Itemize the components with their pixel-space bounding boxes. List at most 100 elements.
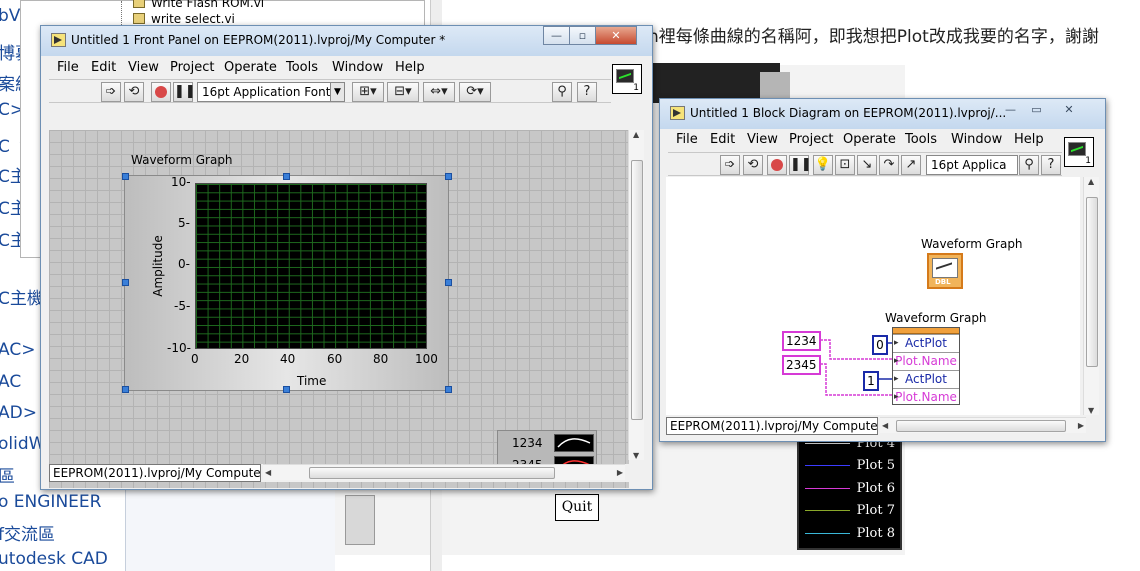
vi-connector-number: 1 — [1085, 156, 1091, 166]
align-objects-icon[interactable]: ⊞▾ — [352, 82, 384, 102]
front-panel-window: Untitled 1 Front Panel on EEPROM(2011).l… — [40, 25, 653, 490]
scroll-thumb[interactable] — [896, 420, 1066, 432]
scroll-up-icon[interactable]: ▲ — [1088, 177, 1094, 186]
scroll-down-icon[interactable]: ▼ — [633, 451, 639, 460]
scroll-thumb[interactable] — [631, 160, 643, 420]
close-button[interactable]: ✕ — [1049, 101, 1089, 120]
minimize-button[interactable]: — — [997, 101, 1024, 120]
resize-handle[interactable] — [445, 386, 452, 393]
search-icon[interactable]: ⚲ — [552, 82, 572, 102]
menu-window[interactable]: Window — [332, 60, 383, 75]
vi-icon[interactable]: 1 — [612, 64, 642, 94]
search-icon[interactable]: ⚲ — [1019, 155, 1039, 175]
help-icon[interactable]: ? — [1041, 155, 1061, 175]
legend-line — [805, 488, 850, 489]
sidebar-link-0[interactable]: bV — [0, 6, 20, 26]
resize-handle[interactable] — [445, 173, 452, 180]
maximize-button[interactable]: ▭ — [1023, 101, 1050, 120]
scroll-up-icon[interactable]: ▲ — [633, 130, 639, 139]
help-icon[interactable]: ? — [577, 82, 597, 102]
sidebar-link-13[interactable]: 區 — [0, 462, 15, 487]
scroll-thumb[interactable] — [309, 467, 555, 479]
pause-icon[interactable]: ❚❚ — [173, 82, 196, 102]
wires — [820, 339, 892, 396]
highlight-execution-icon[interactable]: 💡 — [813, 155, 833, 175]
run-continuously-icon[interactable]: ⟲ — [124, 82, 144, 102]
menu-edit[interactable]: Edit — [710, 132, 735, 147]
sidebar-link-10[interactable]: AC — [0, 372, 21, 392]
plot-area[interactable] — [195, 183, 427, 349]
vi-file-icon — [133, 13, 145, 24]
menu-operate[interactable]: Operate — [224, 60, 277, 75]
block-diagram-canvas[interactable]: Waveform Graph DBL Waveform Graph ActPlo… — [666, 177, 1080, 415]
resize-objects-icon[interactable]: ⇔▾ — [423, 82, 455, 102]
plot-legend-row[interactable]: 1234 — [498, 432, 598, 454]
resize-handle[interactable] — [283, 386, 290, 393]
vertical-scrollbar[interactable]: ▲ ▼ — [628, 130, 644, 460]
menu-help[interactable]: Help — [395, 60, 425, 75]
window-title: Untitled 1 Block Diagram on EEPROM(2011)… — [690, 106, 1007, 120]
menu-file[interactable]: File — [57, 60, 79, 75]
graph-glyph-icon — [616, 69, 634, 83]
vi-icon[interactable]: 1 — [1064, 137, 1094, 167]
menu-tools[interactable]: Tools — [905, 132, 937, 147]
sidebar-link-15[interactable]: f交流區 — [0, 520, 55, 545]
resize-handle[interactable] — [283, 173, 290, 180]
step-into-icon[interactable]: ↘ — [857, 155, 877, 175]
sidebar-link-9[interactable]: AC> — [0, 340, 35, 360]
resize-handle[interactable] — [122, 173, 129, 180]
sidebar-link-16[interactable]: utodesk CAD — [0, 549, 108, 569]
quit-button[interactable]: Quit — [555, 494, 599, 521]
maximize-button[interactable]: ▫ — [569, 26, 596, 45]
plot-line — [557, 438, 591, 448]
pause-icon[interactable]: ❚❚ — [789, 155, 812, 175]
menu-tools[interactable]: Tools — [286, 60, 318, 75]
x-tick: 80 — [373, 352, 389, 366]
scroll-thumb[interactable] — [1086, 197, 1098, 367]
menu-help[interactable]: Help — [1014, 132, 1044, 147]
scroll-right-icon[interactable]: ▶ — [1078, 421, 1084, 430]
menu-file[interactable]: File — [676, 132, 698, 147]
resize-handle[interactable] — [445, 279, 452, 286]
menu-edit[interactable]: Edit — [91, 60, 116, 75]
menu-project[interactable]: Project — [789, 132, 833, 147]
tree-item-1[interactable]: write select.vi — [133, 12, 235, 26]
font-selector[interactable]: 16pt Application Font ▼ — [197, 82, 345, 102]
legend-label: Plot 7 — [856, 503, 895, 518]
run-arrow-icon[interactable]: ➩ — [720, 155, 740, 175]
menu-window[interactable]: Window — [951, 132, 1002, 147]
resize-handle[interactable] — [122, 279, 129, 286]
sidebar-link-12[interactable]: olidW — [0, 434, 45, 454]
scroll-left-icon[interactable]: ◀ — [882, 421, 888, 430]
abort-icon[interactable] — [151, 82, 171, 102]
sidebar-link-14[interactable]: o ENGINEER — [0, 492, 101, 512]
minimize-button[interactable]: — — [543, 26, 570, 45]
menu-view[interactable]: View — [128, 60, 159, 75]
sidebar-link-8[interactable]: C主機 — [0, 284, 44, 309]
menu-view[interactable]: View — [747, 132, 778, 147]
reorder-icon[interactable]: ⟳▾ — [459, 82, 491, 102]
menu-operate[interactable]: Operate — [843, 132, 896, 147]
scroll-left-icon[interactable]: ◀ — [265, 468, 271, 477]
close-button[interactable]: ✕ — [595, 26, 637, 45]
front-panel-canvas[interactable]: Waveform Graph 10- 5- 0- -5- -10- 0 20 4… — [49, 130, 629, 488]
menu-project[interactable]: Project — [170, 60, 214, 75]
scroll-down-icon[interactable]: ▼ — [1088, 406, 1094, 415]
retain-wire-values-icon[interactable]: ⊡ — [835, 155, 855, 175]
x-tick: 0 — [191, 352, 199, 366]
font-selector[interactable]: 16pt Applica — [926, 155, 1018, 175]
run-continuously-icon[interactable]: ⟲ — [743, 155, 763, 175]
vertical-scrollbar[interactable]: ▲ ▼ — [1083, 177, 1099, 415]
horizontal-scrollbar[interactable]: ◀ ▶ — [880, 417, 1086, 433]
run-arrow-icon[interactable]: ➩ — [101, 82, 121, 102]
step-out-icon[interactable]: ↗ — [901, 155, 921, 175]
distribute-objects-icon[interactable]: ⊟▾ — [387, 82, 419, 102]
step-over-icon[interactable]: ↷ — [879, 155, 899, 175]
scroll-right-icon[interactable]: ▶ — [617, 468, 623, 477]
resize-handle[interactable] — [122, 386, 129, 393]
horizontal-scrollbar[interactable]: ◀ ▶ — [263, 464, 625, 480]
window-controls: — ▭ ✕ — [998, 101, 1089, 121]
abort-icon[interactable] — [767, 155, 787, 175]
tree-item-0[interactable]: Write Flash ROM.vi — [133, 0, 264, 10]
sidebar-link-11[interactable]: AD> — [0, 403, 37, 423]
